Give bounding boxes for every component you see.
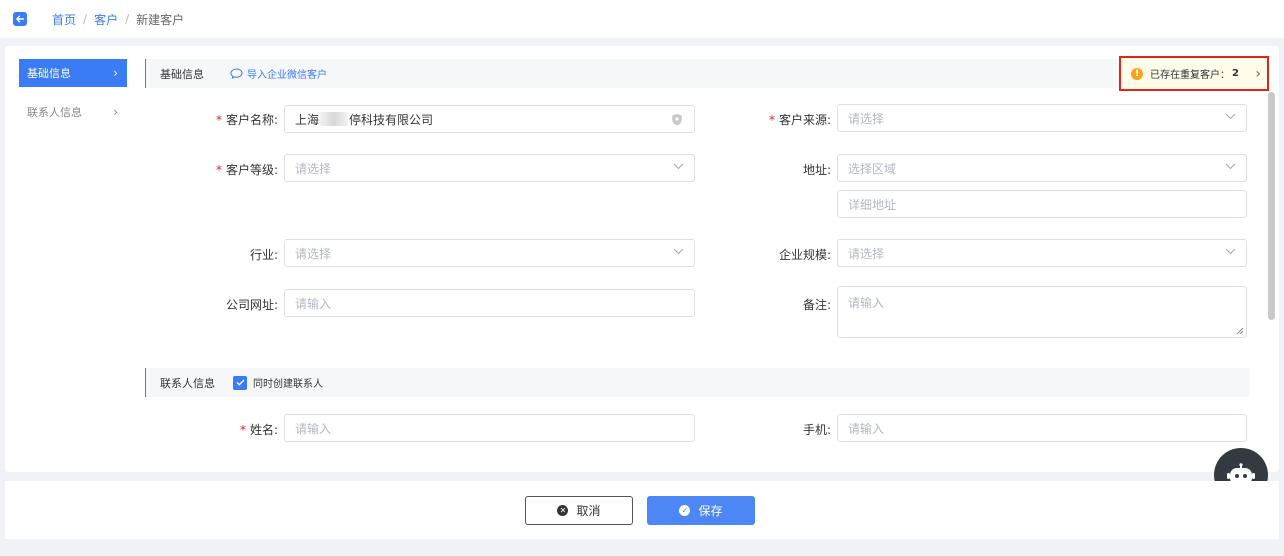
check-icon	[236, 379, 245, 386]
import-wecom-label: 导入企业微信客户	[247, 70, 327, 81]
save-button[interactable]: ✓ 保存	[647, 496, 755, 525]
redacted-text	[320, 112, 349, 126]
resize-grip-icon[interactable]	[1236, 327, 1244, 335]
mobile-input[interactable]: 请输入	[837, 414, 1247, 442]
section-title-contact: 联系人信息	[160, 376, 215, 390]
duplicate-count: 2	[1232, 68, 1239, 79]
mobile-label: 手机:	[802, 423, 831, 437]
remark-textarea[interactable]: 请输入	[837, 286, 1247, 338]
customer-source-select[interactable]: 请选择	[837, 104, 1247, 132]
duplicate-text: 已存在重复客户：	[1150, 70, 1230, 81]
breadcrumb-separator: /	[83, 12, 88, 26]
company-scale-label: 企业规模:	[778, 248, 831, 262]
chevron-down-icon	[1225, 113, 1236, 120]
company-scale-select[interactable]: 请选择	[837, 239, 1247, 267]
customer-level-select[interactable]: 请选择	[284, 154, 695, 182]
contact-name-label: * 姓名:	[239, 423, 278, 437]
anchor-nav: 基础信息 › 联系人信息 ›	[19, 59, 127, 137]
industry-select[interactable]: 请选择	[284, 239, 695, 267]
create-contact-label[interactable]: 同时创建联系人	[253, 375, 323, 390]
chevron-right-icon: ›	[113, 105, 118, 119]
top-bar: 首页 / 客户 / 新建客户	[0, 0, 1284, 38]
industry-label: 行业:	[249, 248, 278, 262]
website-input[interactable]: 请输入	[284, 289, 695, 317]
remark-label: 备注:	[802, 298, 831, 312]
form-card: 基础信息 › 联系人信息 › 基础信息 导入企业微信客户 * 客户名称: 上海 停科…	[5, 46, 1279, 472]
section-title-basic: 基础信息	[160, 67, 204, 81]
breadcrumb-separator: /	[125, 12, 130, 26]
duplicate-customer-alert[interactable]: ! 已存在重复客户： 2 ›	[1119, 56, 1269, 91]
import-wecom-link[interactable]: 导入企业微信客户	[230, 66, 327, 81]
anchor-item-basic[interactable]: 基础信息 ›	[19, 59, 127, 87]
close-icon: ✕	[557, 505, 569, 516]
create-contact-checkbox[interactable]	[233, 375, 247, 390]
anchor-item-contact[interactable]: 联系人信息 ›	[19, 98, 127, 126]
customer-name-input[interactable]: 上海 停科技有限公司	[284, 105, 695, 133]
chevron-right-icon: ›	[113, 66, 118, 80]
section-header-contact: 联系人信息 同时创建联系人	[145, 368, 1250, 397]
chevron-right-icon: ›	[1255, 66, 1261, 82]
customer-name-label: * 客户名称:	[215, 113, 278, 127]
scrollbar[interactable]	[1268, 92, 1275, 320]
anchor-item-label: 联系人信息	[27, 106, 82, 119]
section-header-basic: 基础信息 导入企业微信客户	[145, 59, 1250, 88]
customer-source-label: * 客户来源:	[768, 113, 831, 127]
customer-level-label: * 客户等级:	[215, 163, 278, 177]
contact-name-input[interactable]: 请输入	[284, 414, 695, 442]
breadcrumb-customers[interactable]: 客户	[94, 11, 118, 28]
check-circle-icon: ✓	[679, 505, 691, 516]
chevron-down-icon	[1225, 163, 1236, 170]
cancel-button[interactable]: ✕ 取消	[525, 496, 633, 525]
chevron-down-icon	[673, 163, 684, 170]
warning-icon: !	[1131, 67, 1143, 80]
back-arrow-icon[interactable]	[13, 12, 27, 26]
website-label: 公司网址:	[225, 298, 278, 312]
region-select[interactable]: 选择区域	[837, 154, 1247, 182]
shield-icon	[672, 113, 682, 126]
chevron-down-icon	[1225, 248, 1236, 255]
address-label: 地址:	[802, 163, 831, 177]
breadcrumb-current: 新建客户	[136, 12, 185, 27]
chat-icon	[230, 68, 243, 79]
breadcrumb-home[interactable]: 首页	[52, 11, 76, 28]
anchor-item-label: 基础信息	[27, 67, 71, 80]
chevron-down-icon	[673, 248, 684, 255]
detail-address-input[interactable]: 详细地址	[837, 190, 1247, 218]
action-bar: ✕ 取消 ✓ 保存	[5, 481, 1279, 539]
